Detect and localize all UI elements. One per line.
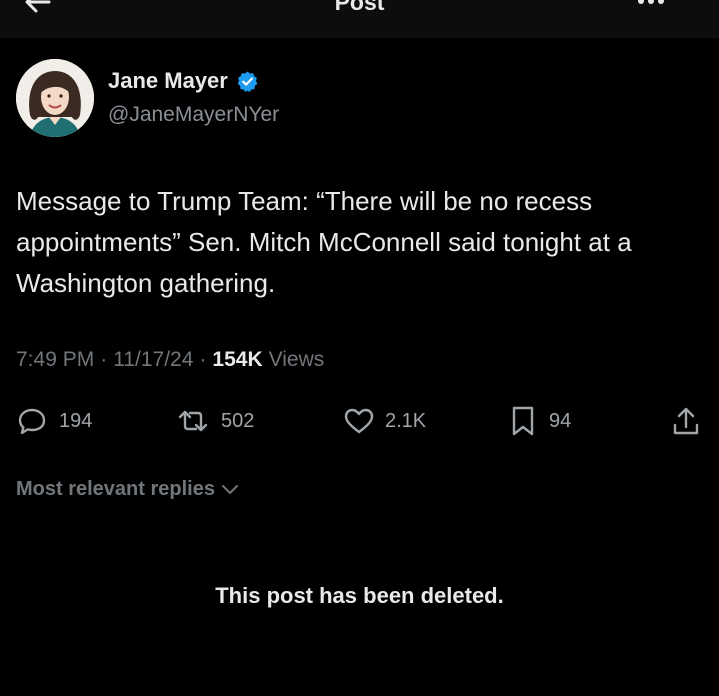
reply-button[interactable]: 194 xyxy=(17,404,92,438)
page-title: Post xyxy=(334,0,385,15)
more-dots-icon[interactable] xyxy=(636,0,666,8)
verified-badge-icon xyxy=(237,70,258,92)
repost-button[interactable]: 502 xyxy=(175,404,254,438)
author-handle[interactable]: @JaneMayerNYer xyxy=(108,103,279,127)
reply-bubble-icon xyxy=(18,408,46,435)
reply-count: 194 xyxy=(59,409,93,432)
author-name-row[interactable]: Jane Mayer xyxy=(108,66,259,96)
post-time[interactable]: 7:49 PM xyxy=(16,348,94,372)
avatar-portrait-icon xyxy=(16,59,94,137)
avatar[interactable] xyxy=(16,59,94,137)
replies-sort-dropdown[interactable]: Most relevant replies xyxy=(16,478,239,501)
post-text: Message to Trump Team: “There will be no… xyxy=(16,186,632,298)
meta-separator: · xyxy=(100,348,108,371)
like-count: 2.1K xyxy=(385,409,427,432)
author-display-name[interactable]: Jane Mayer xyxy=(108,68,228,94)
repost-icon xyxy=(178,410,208,432)
meta-separator: · xyxy=(199,348,207,371)
chevron-down-icon xyxy=(221,484,238,494)
views-count[interactable]: 154K xyxy=(212,348,262,372)
top-bar: Post xyxy=(0,0,719,38)
replies-sort-label: Most relevant replies xyxy=(16,478,215,500)
bookmark-button[interactable]: 94 xyxy=(509,404,571,438)
views-label: Views xyxy=(268,348,325,371)
deleted-reply-notice: This post has been deleted. xyxy=(215,583,504,608)
post-date[interactable]: 11/17/24 xyxy=(113,348,193,372)
bookmark-icon xyxy=(512,406,534,436)
heart-icon xyxy=(344,408,374,434)
bookmark-count: 94 xyxy=(549,409,572,432)
share-upload-icon xyxy=(673,407,699,435)
share-button[interactable] xyxy=(671,404,701,438)
like-button[interactable]: 2.1K xyxy=(343,404,426,438)
repost-count: 502 xyxy=(221,409,255,432)
post-meta: 7:49 PM · 11/17/24 · 154K Views xyxy=(16,348,324,372)
